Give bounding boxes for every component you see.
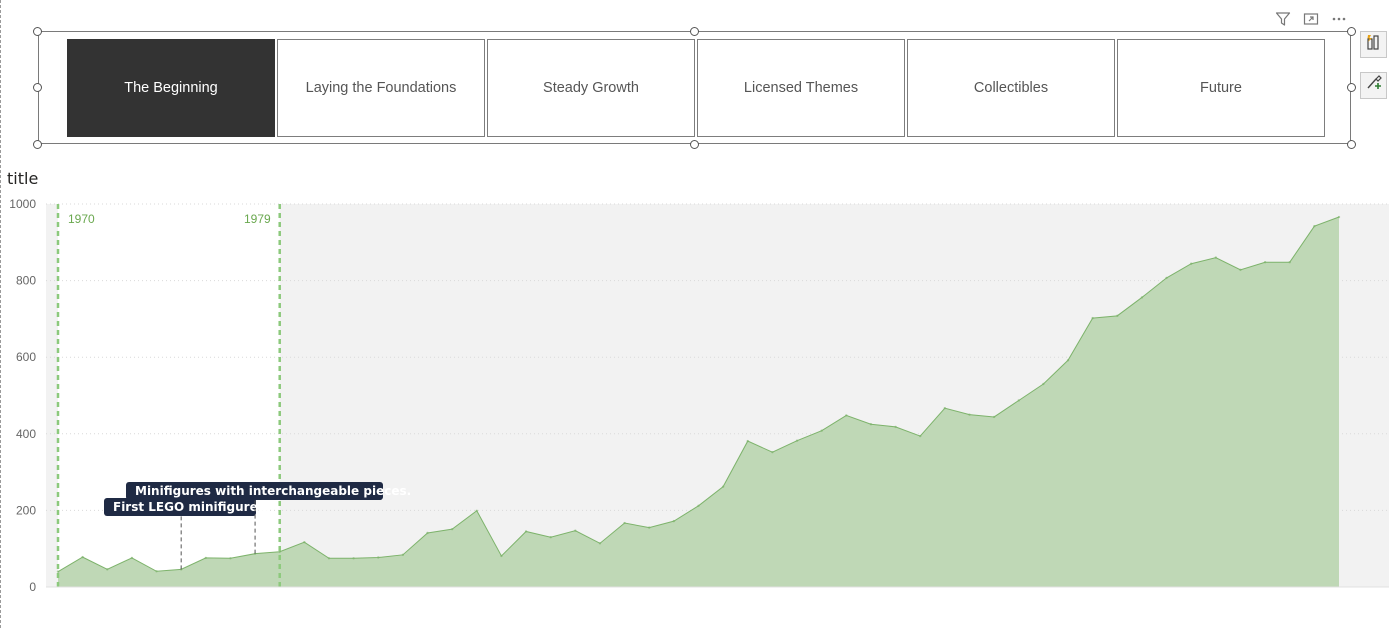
band-label: 1970 — [68, 212, 95, 226]
data-point — [204, 556, 208, 560]
data-point — [1313, 225, 1316, 228]
data-point — [1116, 314, 1119, 318]
highlight-period — [58, 204, 280, 587]
format-visual-icon — [1365, 33, 1383, 56]
data-point — [623, 521, 626, 525]
data-point — [229, 557, 232, 560]
data-point — [992, 415, 996, 419]
chart-title: title — [7, 169, 39, 188]
data-point — [1042, 382, 1045, 386]
y-tick-label: 600 — [16, 350, 36, 364]
data-point — [1091, 316, 1094, 320]
data-point — [968, 413, 971, 416]
data-point — [303, 540, 306, 544]
data-point — [919, 434, 922, 438]
data-point — [1017, 399, 1020, 402]
data-point — [894, 425, 897, 429]
more-options-icon[interactable] — [1330, 10, 1348, 28]
data-point — [56, 570, 60, 573]
data-point — [574, 529, 577, 532]
data-point — [155, 570, 158, 573]
data-point — [377, 556, 380, 559]
resize-handle-bottom-center[interactable] — [690, 140, 699, 149]
data-point — [845, 414, 848, 417]
analytics-brush-button[interactable] — [1360, 72, 1387, 99]
data-point — [475, 509, 478, 512]
data-point — [500, 554, 503, 558]
y-tick-label: 800 — [16, 274, 36, 288]
resize-handle-middle-right[interactable] — [1347, 83, 1356, 92]
data-point — [352, 557, 355, 560]
data-point — [648, 526, 651, 529]
format-visual-button[interactable] — [1360, 31, 1387, 58]
data-point — [450, 527, 454, 531]
slicer-tile-licensed-themes[interactable]: Licensed Themes — [697, 39, 905, 137]
data-point — [549, 536, 552, 539]
data-point — [1189, 262, 1193, 265]
data-point — [771, 450, 774, 454]
data-point — [598, 542, 602, 545]
slicer-tile-laying-the-foundations[interactable]: Laying the Foundations — [277, 39, 485, 137]
visual-header — [1274, 10, 1348, 28]
data-point — [426, 531, 429, 535]
data-point — [1140, 296, 1144, 299]
data-point — [327, 557, 331, 560]
data-point — [1263, 261, 1267, 264]
slicer-tile-steady-growth[interactable]: Steady Growth — [487, 39, 695, 137]
data-point — [1288, 261, 1291, 264]
data-point — [721, 485, 725, 488]
data-point — [795, 439, 799, 442]
data-point — [524, 530, 528, 533]
resize-handle-top-left[interactable] — [33, 27, 42, 36]
data-point — [943, 406, 947, 410]
resize-handle-top-center[interactable] — [690, 27, 699, 36]
resize-handle-middle-left[interactable] — [33, 83, 42, 92]
data-point — [106, 568, 109, 571]
band-label: 1979 — [244, 212, 271, 226]
data-point — [1337, 215, 1341, 219]
data-point — [1066, 359, 1070, 362]
resize-handle-bottom-right[interactable] — [1347, 140, 1356, 149]
annotation-text: First LEGO minifigures. — [113, 500, 269, 514]
data-point — [746, 439, 749, 443]
slicer-tile-collectibles[interactable]: Collectibles — [907, 39, 1115, 137]
y-tick-label: 1000 — [9, 197, 36, 211]
analytics-brush-icon — [1365, 74, 1383, 97]
slicer-tile-the-beginning[interactable]: The Beginning — [67, 39, 275, 137]
resize-handle-top-right[interactable] — [1347, 27, 1356, 36]
resize-handle-bottom-left[interactable] — [33, 140, 42, 149]
focus-mode-icon[interactable] — [1302, 10, 1320, 28]
y-tick-label: 0 — [29, 580, 36, 594]
data-point — [401, 553, 405, 557]
data-point — [820, 429, 823, 432]
data-point — [1239, 268, 1242, 272]
filter-icon[interactable] — [1274, 10, 1292, 28]
data-point — [130, 556, 134, 560]
data-point — [869, 423, 873, 426]
y-tick-label: 200 — [16, 503, 36, 517]
annotation-text: Minifigures with interchangeable pieces. — [135, 484, 411, 498]
y-tick-label: 400 — [16, 427, 36, 441]
data-point — [697, 504, 700, 508]
slicer-tiles: The Beginning Laying the Foundations Ste… — [67, 39, 1325, 137]
data-point — [81, 555, 84, 559]
data-point — [1214, 256, 1218, 259]
slicer-tile-future[interactable]: Future — [1117, 39, 1325, 137]
area-chart[interactable]: 0 200 400 600 800 1000 1970 1979 First LEGO mini… — [0, 190, 1389, 610]
data-point — [672, 519, 676, 523]
data-point — [1165, 276, 1168, 280]
report-canvas: The Beginning Laying the Foundations Ste… — [0, 0, 1389, 628]
